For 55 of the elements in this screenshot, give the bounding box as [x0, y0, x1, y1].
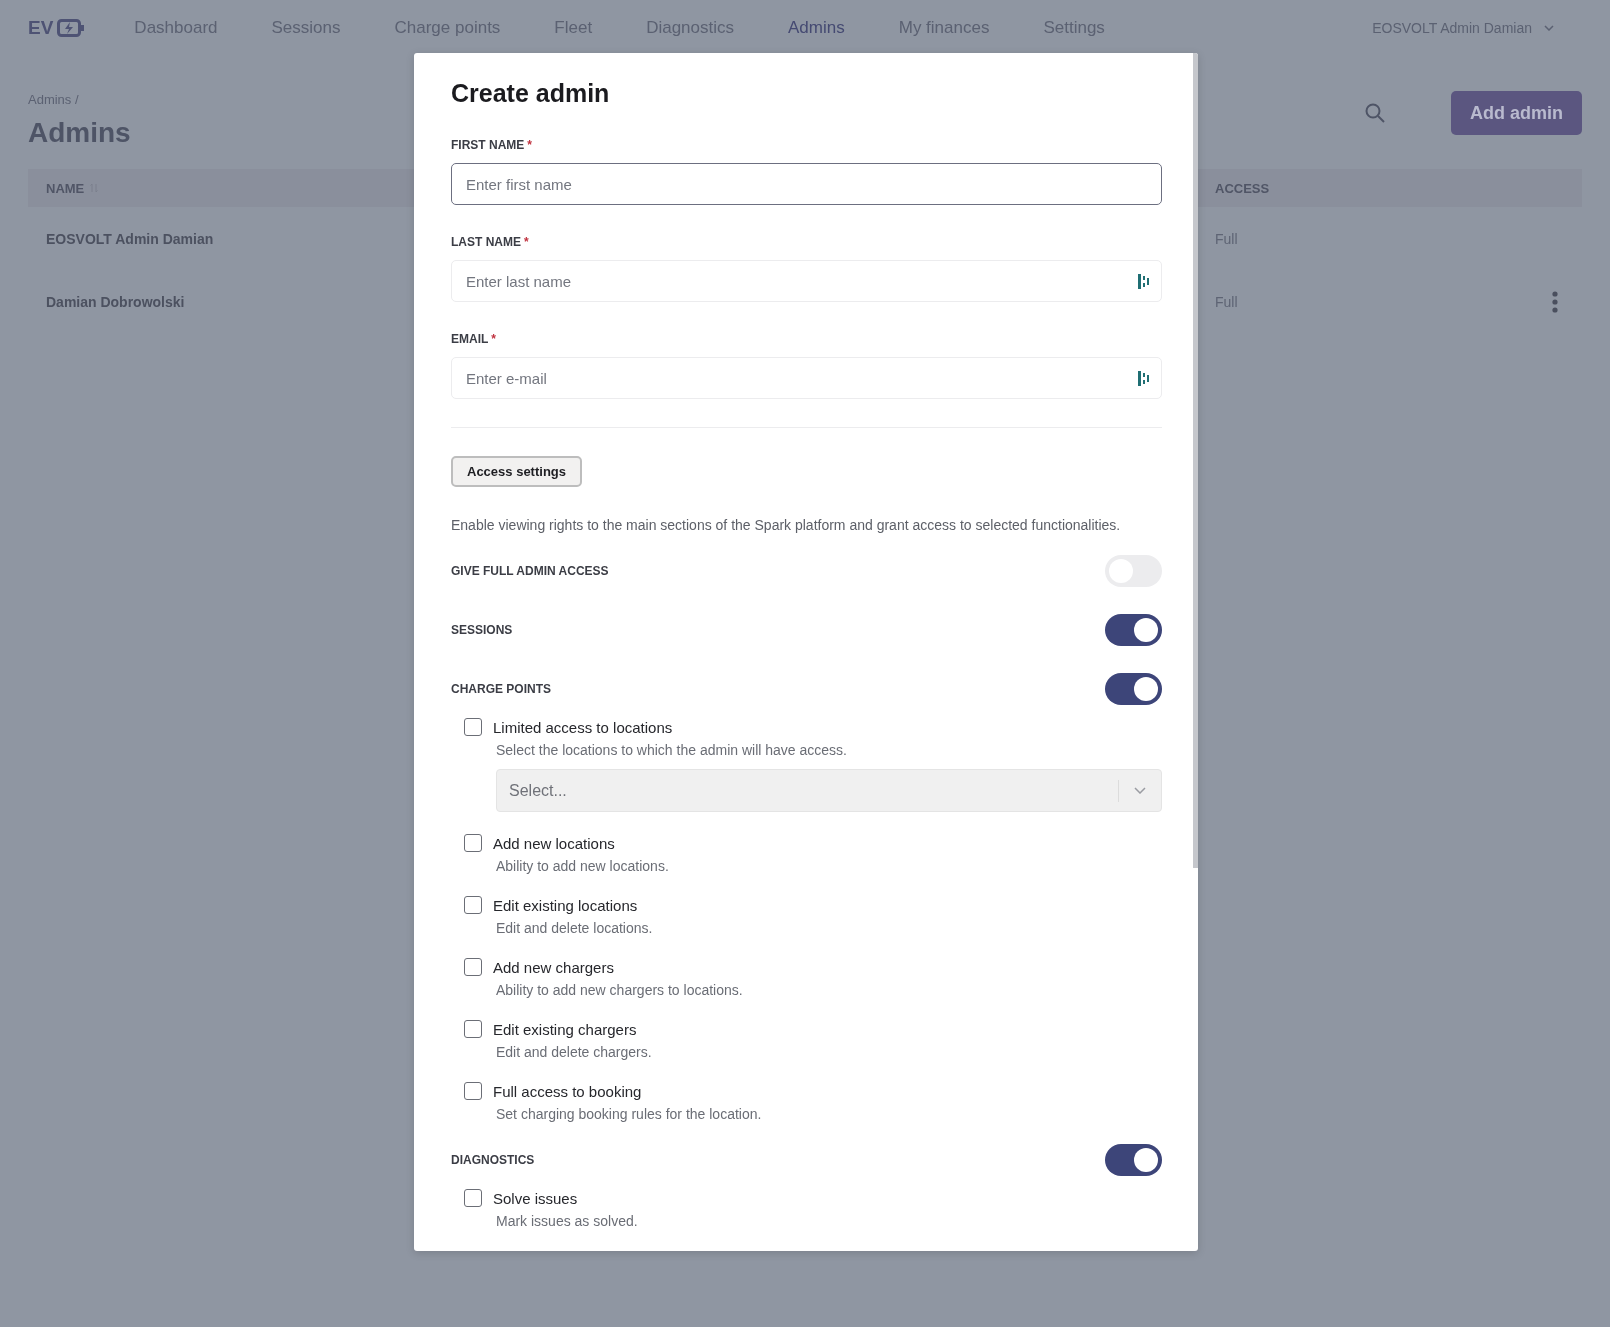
option-label[interactable]: Full access to booking [493, 1082, 642, 1100]
option-description: Set charging booking rules for the location. [496, 1106, 763, 1122]
option-label[interactable]: Edit existing locations [493, 896, 638, 914]
table-cell: EOSVOLT Admin Damian [46, 230, 214, 247]
section-label: SESSIONS [451, 623, 513, 637]
option-label[interactable]: Limited access to locations [493, 718, 673, 736]
section-label: CHARGE POINTS [451, 682, 551, 696]
chevron-down-icon [1544, 25, 1554, 31]
required-mark: * [491, 332, 496, 346]
add-admin-button[interactable]: Add admin [1451, 91, 1582, 135]
access-settings-button[interactable]: Access settings [451, 456, 582, 487]
option-label[interactable]: Add new chargers [493, 958, 614, 976]
page-title: Admins [28, 117, 131, 149]
logo-text: EV [28, 17, 54, 39]
section-label: DIAGNOSTICS [451, 1153, 535, 1167]
chevron-down-icon [1134, 787, 1146, 794]
battery-bolt-icon [57, 19, 86, 37]
toggle-switch[interactable] [1105, 614, 1162, 646]
checkbox[interactable] [464, 1189, 482, 1207]
option-description: Ability to add new chargers to locations. [496, 982, 744, 998]
field-label: LAST NAME [451, 235, 521, 249]
description-text: Enable viewing rights to the main sections of the Spark platform and grant access to selected functionalities. [451, 517, 1122, 533]
checkbox[interactable] [464, 958, 482, 976]
option-description: Edit and delete chargers. [496, 1044, 653, 1060]
required-mark: * [524, 235, 529, 249]
checkbox[interactable] [464, 1020, 482, 1038]
toggle-switch[interactable] [1105, 673, 1162, 705]
checkbox[interactable] [464, 896, 482, 914]
option-label[interactable]: Edit existing chargers [493, 1020, 637, 1038]
option-description: Mark issues as solved. [496, 1213, 639, 1229]
section-label: GIVE FULL ADMIN ACCESS [451, 564, 609, 578]
checkbox[interactable] [464, 834, 482, 852]
field-label: EMAIL [451, 332, 489, 346]
option-label[interactable]: Add new locations [493, 834, 615, 852]
checkbox[interactable] [464, 718, 482, 736]
field-label: FIRST NAME [451, 138, 525, 152]
option-label[interactable]: Solve issues [493, 1189, 578, 1207]
nav-tab[interactable]: Admins [788, 18, 845, 38]
location-select[interactable]: Select... [496, 769, 1162, 812]
table-cell: Damian Dobrowolski [46, 293, 185, 310]
option-description: Edit and delete locations. [496, 920, 654, 936]
input-field[interactable]: Enter first name [451, 163, 1162, 205]
column-header: ACCESS [1215, 180, 1270, 196]
more-icon[interactable] [1552, 290, 1558, 313]
option-description: Select the locations to which the admin will have access. [496, 742, 848, 758]
dialog-title: Create admin [451, 79, 611, 108]
bars-icon[interactable] [1138, 274, 1150, 289]
bars-icon[interactable] [1138, 371, 1150, 386]
column-header[interactable]: NAME [46, 180, 85, 196]
required-mark: * [527, 138, 532, 152]
scrollbar[interactable] [1193, 53, 1198, 868]
option-description: Ability to add new locations. [496, 858, 670, 874]
search-icon[interactable] [1365, 103, 1385, 123]
toggle-switch[interactable] [1105, 1144, 1162, 1176]
checkbox[interactable] [464, 1082, 482, 1100]
